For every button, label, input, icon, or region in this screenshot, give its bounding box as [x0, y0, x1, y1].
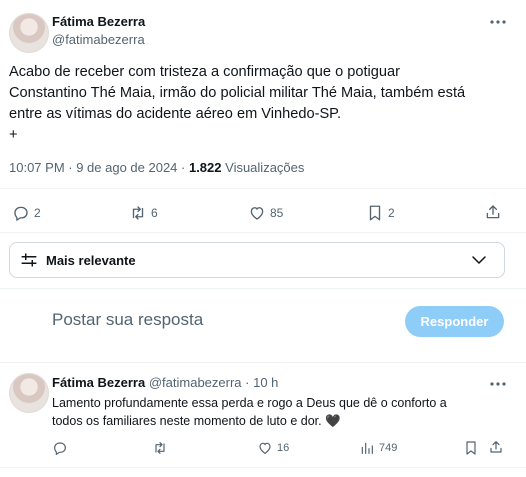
sort-label: Mais relevante: [46, 253, 136, 268]
post-bookmark-count: 2: [388, 206, 395, 220]
post-like-button[interactable]: 85: [248, 204, 283, 222]
post-timestamp[interactable]: 10:07 PM · 9 de ago de 2024 ·: [9, 160, 189, 175]
bookmark-icon: [369, 205, 381, 221]
reply-header: Fátima Bezerra @fatimabezerra · 10 h: [52, 375, 278, 390]
sort-sliders-icon: [19, 251, 39, 274]
reply-composer-input[interactable]: Postar sua resposta: [52, 310, 203, 330]
sort-replies-dropdown[interactable]: Mais relevante: [9, 242, 505, 278]
post-meta: 10:07 PM · 9 de ago de 2024 · 1.822 Visu…: [9, 160, 304, 175]
reply-reply-button[interactable]: [52, 440, 68, 456]
post-bookmark-button[interactable]: 2: [367, 204, 395, 222]
post-text-line: +: [9, 127, 18, 143]
more-dots-icon: [490, 20, 506, 24]
views-bars-icon: [361, 442, 373, 454]
reply-submit-button[interactable]: Responder: [405, 306, 504, 337]
reply-text-line: todos os familiares neste momento de lut…: [52, 414, 341, 428]
post-text: Acabo de receber com tristeza a confirma…: [9, 62, 519, 146]
reply-views-button[interactable]: 749: [359, 440, 397, 456]
post-repost-button[interactable]: 6: [128, 204, 158, 222]
reply-author-avatar[interactable]: [9, 373, 49, 413]
post-text-line: Acabo de receber com tristeza a confirma…: [9, 64, 401, 80]
reply-share-button[interactable]: [488, 439, 504, 455]
reply-more-button[interactable]: [488, 374, 508, 394]
reply-bubble-icon: [14, 206, 28, 221]
heart-icon: [259, 442, 271, 454]
post-author-avatar[interactable]: [9, 13, 49, 53]
post-reply-count: 2: [34, 206, 41, 220]
post-reply-button[interactable]: 2: [12, 204, 41, 222]
post-like-count: 85: [270, 206, 284, 220]
share-icon: [486, 205, 500, 219]
reply-text: Lamento profundamente essa perda e rogo …: [52, 394, 512, 430]
post-text-line: entre as vítimas do acidente aéreo em Vi…: [9, 106, 342, 122]
post-author-name[interactable]: Fátima Bezerra: [52, 14, 145, 29]
repost-icon: [132, 206, 144, 220]
reply-text-line: Lamento profundamente essa perda e rogo …: [52, 396, 447, 410]
reply-views-count: 749: [379, 442, 398, 454]
reply-bubble-icon: [54, 442, 66, 455]
reply-time[interactable]: · 10 h: [242, 375, 278, 390]
post-repost-count: 6: [151, 206, 158, 220]
post-text-line: Constantino Thé Maia, irmão do policial …: [9, 85, 466, 101]
repost-icon: [155, 442, 165, 454]
post-views-label: Visualizações: [221, 160, 305, 175]
heart-icon: [250, 207, 264, 220]
reply-author-name[interactable]: Fátima Bezerra: [52, 375, 145, 390]
bookmark-icon: [466, 441, 476, 455]
chevron-down-icon: [470, 253, 488, 272]
share-icon: [490, 441, 502, 453]
post-share-button[interactable]: [484, 203, 502, 221]
post-author-handle[interactable]: @fatimabezerra: [52, 32, 145, 47]
more-dots-icon: [490, 382, 506, 386]
reply-bookmark-button[interactable]: [464, 440, 478, 456]
reply-author-handle[interactable]: @fatimabezerra: [149, 375, 242, 390]
post-more-button[interactable]: [488, 12, 508, 32]
reply-like-count: 16: [277, 442, 290, 454]
post-views-count: 1.822: [188, 160, 222, 175]
reply-like-button[interactable]: 16: [257, 440, 289, 456]
reply-repost-button[interactable]: [151, 440, 169, 456]
